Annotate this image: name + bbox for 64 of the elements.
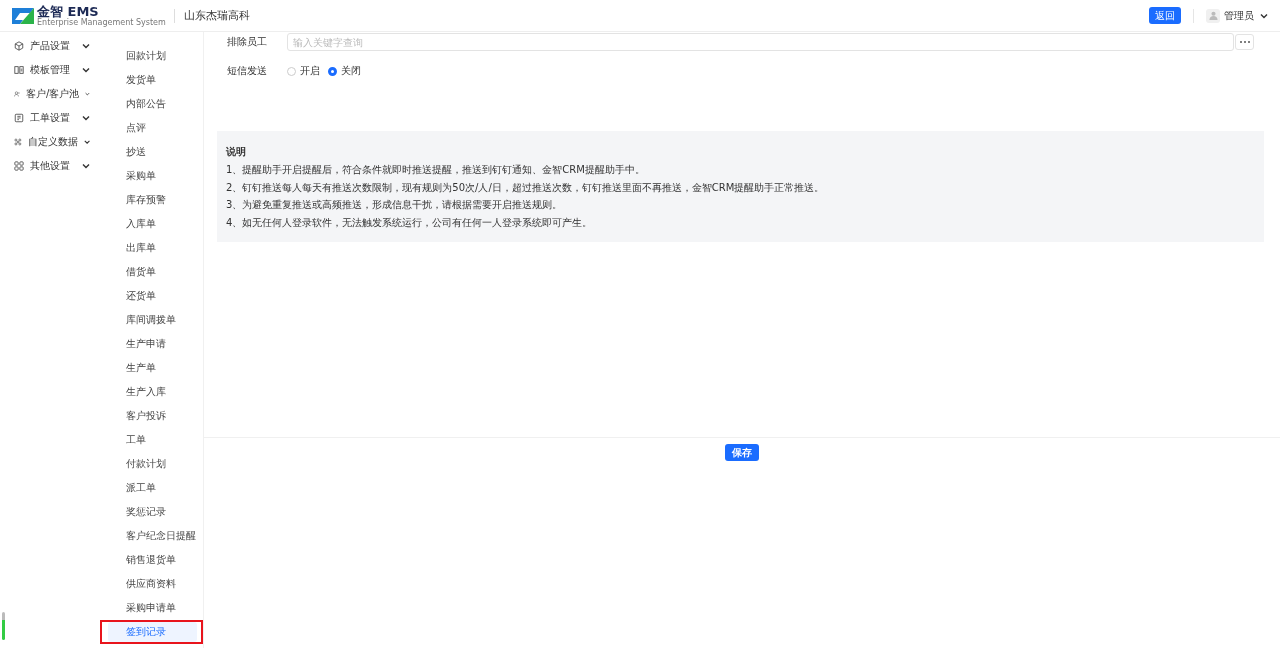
sidebar-item[interactable]: 模板管理 [0,58,100,82]
submenu-item[interactable]: 付款计划 [108,454,197,474]
logo-text: 金智 EMS [37,4,99,18]
radio-circle[interactable] [328,66,337,76]
chevron-down-icon [85,91,90,97]
person-icon [14,89,20,99]
submenu-item[interactable]: 采购单 [108,166,197,186]
note-title: 说明 [226,145,247,159]
submenu-item[interactable]: 发货单 [108,70,197,90]
grid-icon [14,161,24,171]
note-text: 3、为避免重复推送或高频推送，形成信息干扰，请根据需要开启推送规则。 [226,198,564,212]
submenu-item[interactable]: 客户纪念日提醒 [108,526,197,546]
submenu-item[interactable]: 库间调拨单 [108,310,197,330]
submenu-item[interactable]: 还货单 [108,286,197,306]
radio-option[interactable]: 关闭 [328,64,361,78]
submenu-item[interactable]: 出库单 [108,238,197,258]
sidebar-item[interactable]: 客户/客户池 [0,82,100,106]
search-field[interactable]: 输入关键字查询 [287,33,1234,51]
sidebar-item[interactable]: 其他设置 [0,154,100,178]
submenu-item[interactable]: 销售退货单 [108,550,197,570]
sidebar-item[interactable]: 产品设置 [0,34,100,58]
chevron-down-icon [83,139,90,145]
submenu-item[interactable]: 生产入库 [108,382,197,402]
chevron-down-icon [82,115,90,121]
user-name[interactable]: 管理员 [1224,8,1254,23]
radio-option[interactable]: 开启 [287,64,320,78]
submenu-item[interactable]: 点评 [108,118,197,138]
submenu-item[interactable]: 生产申请 [108,334,197,354]
field-label: 排除员工 [227,35,268,49]
field-label: 短信发送 [227,64,268,78]
submenu-item[interactable]: 内部公告 [108,94,197,114]
nodes-icon [14,137,22,147]
submenu-item[interactable]: 供应商资料 [108,574,197,594]
sidebar-item[interactable]: 自定义数据 [0,130,100,154]
chevron-down-icon [1260,12,1268,19]
chevron-down-icon [82,43,90,49]
cube-icon [14,41,24,51]
submenu-item[interactable]: 抄送 [108,142,197,162]
more-button[interactable] [1235,34,1254,50]
logo-subtitle: Enterprise Management System [37,17,166,27]
chevron-down-icon [82,163,90,169]
back-button[interactable]: 返回 [1149,7,1181,24]
submenu-item[interactable]: 工单 [108,430,197,450]
submenu-item[interactable]: 入库单 [108,214,197,234]
submenu-item[interactable]: 客户投诉 [108,406,197,426]
submenu-item[interactable]: 派工单 [108,478,197,498]
submenu-item[interactable]: 奖惩记录 [108,502,197,522]
chevron-down-icon [82,67,90,73]
submenu-item[interactable]: 借货单 [108,262,197,282]
submenu-item[interactable]: 采购申请单 [108,598,197,618]
company-name: 山东杰瑞高科 [183,8,250,23]
save-button[interactable]: 保存 [725,444,759,461]
note-text: 1、提醒助手开启提醒后，符合条件就即时推送提醒，推送到钉钉通知、金智CRM提醒助手中。 [226,163,646,177]
submenu-item[interactable]: 生产单 [108,358,197,378]
note-text: 2、钉钉推送每人每天有推送次数限制，现有规则为50次/人/日，超过推送次数，钉钉推送里面不再推送，金智CRM提醒助手正常推送。 [226,180,826,195]
note-text: 4、如无任何人登录软件，无法触发系统运行，公司有任何一人登录系统即可产生。 [226,215,594,230]
document-icon [14,113,24,123]
sidebar-item[interactable]: 工单设置 [0,106,100,130]
scroll-indicator-icon [2,612,5,640]
submenu-item[interactable]: 签到记录 [108,622,197,642]
logo-icon [12,7,34,24]
submenu-item[interactable]: 回款计划 [108,46,197,66]
submenu-item[interactable]: 库存预警 [108,190,197,210]
columns-icon [14,65,24,75]
